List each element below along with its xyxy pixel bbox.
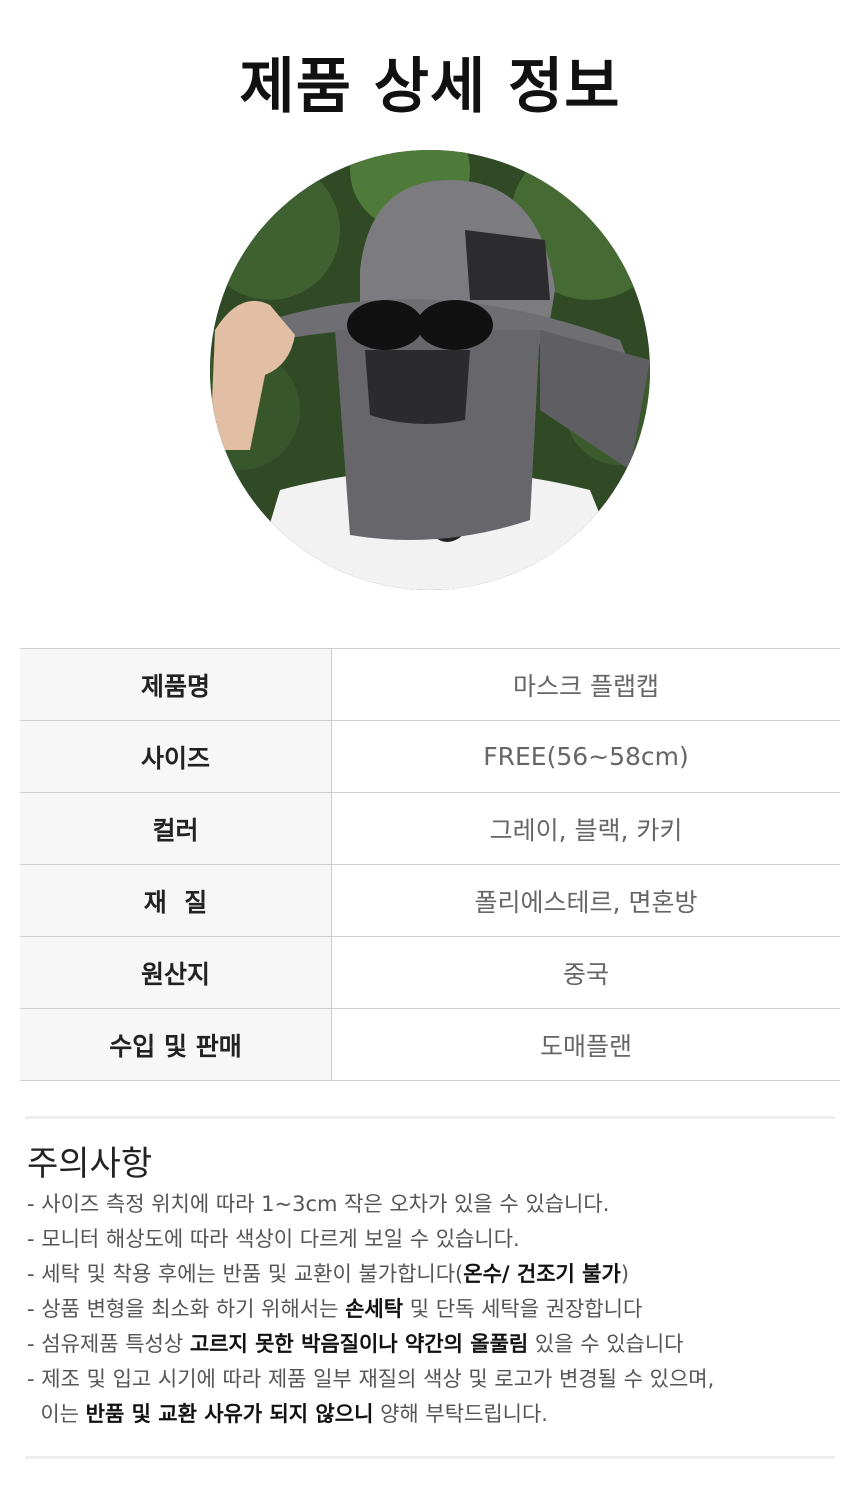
spec-value-color: 그레이, 블랙, 카키: [331, 792, 840, 865]
spec-value-material: 폴리에스테르, 면혼방: [331, 864, 840, 937]
section-divider: [25, 1456, 835, 1459]
spec-label-importer: 수입 및 판매: [20, 1008, 332, 1081]
spec-value-size: FREE(56~58cm): [331, 720, 840, 793]
notice-item: 이는 반품 및 교환 사유가 되지 않으니 양해 부탁드립니다.: [27, 1402, 548, 1426]
spec-label-size: 사이즈: [20, 720, 332, 793]
spec-table: 제품명 마스크 플랩캡 사이즈 FREE(56~58cm) 컬러 그레이, 블랙…: [20, 648, 840, 1081]
spec-label-material: 재 질: [20, 864, 332, 937]
notice-item: - 상품 변형을 최소화 하기 위해서는 손세탁 및 단독 세탁을 권장합니다: [27, 1297, 643, 1321]
spec-value-name: 마스크 플랩캡: [331, 648, 840, 721]
spec-label-name: 제품명: [20, 648, 332, 721]
spec-value-importer: 도매플랜: [331, 1008, 840, 1081]
spec-row: 컬러 그레이, 블랙, 카키: [20, 792, 840, 865]
spec-label-color: 컬러: [20, 792, 332, 865]
spec-row: 원산지 중국: [20, 936, 840, 1009]
notice-item: - 모니터 해상도에 따라 색상이 다르게 보일 수 있습니다.: [27, 1227, 520, 1251]
notice-item: - 사이즈 측정 위치에 따라 1~3cm 작은 오차가 있을 수 있습니다.: [27, 1192, 610, 1216]
spec-value-origin: 중국: [331, 936, 840, 1009]
notice-item: - 세탁 및 착용 후에는 반품 및 교환이 불가합니다(온수/ 건조기 불가): [27, 1262, 630, 1286]
spec-row: 재 질 폴리에스테르, 면혼방: [20, 864, 840, 937]
spec-row: 사이즈 FREE(56~58cm): [20, 720, 840, 793]
notice-list: - 사이즈 측정 위치에 따라 1~3cm 작은 오차가 있을 수 있습니다. …: [27, 1187, 847, 1432]
spec-label-origin: 원산지: [20, 936, 332, 1009]
notice-title: 주의사항: [27, 1144, 153, 1184]
page-title: 제품 상세 정보: [239, 52, 621, 122]
spec-row: 제품명 마스크 플랩캡: [20, 648, 840, 721]
notice-item: - 제조 및 입고 시기에 따라 제품 일부 재질의 색상 및 로고가 변경될 …: [27, 1367, 715, 1391]
product-photo: [210, 150, 650, 590]
section-divider: [25, 1116, 835, 1119]
notice-item: - 섬유제품 특성상 고르지 못한 박음질이나 약간의 올풀림 있을 수 있습니…: [27, 1332, 684, 1356]
hat-illustration: [210, 150, 650, 590]
spec-row: 수입 및 판매 도매플랜: [20, 1008, 840, 1081]
